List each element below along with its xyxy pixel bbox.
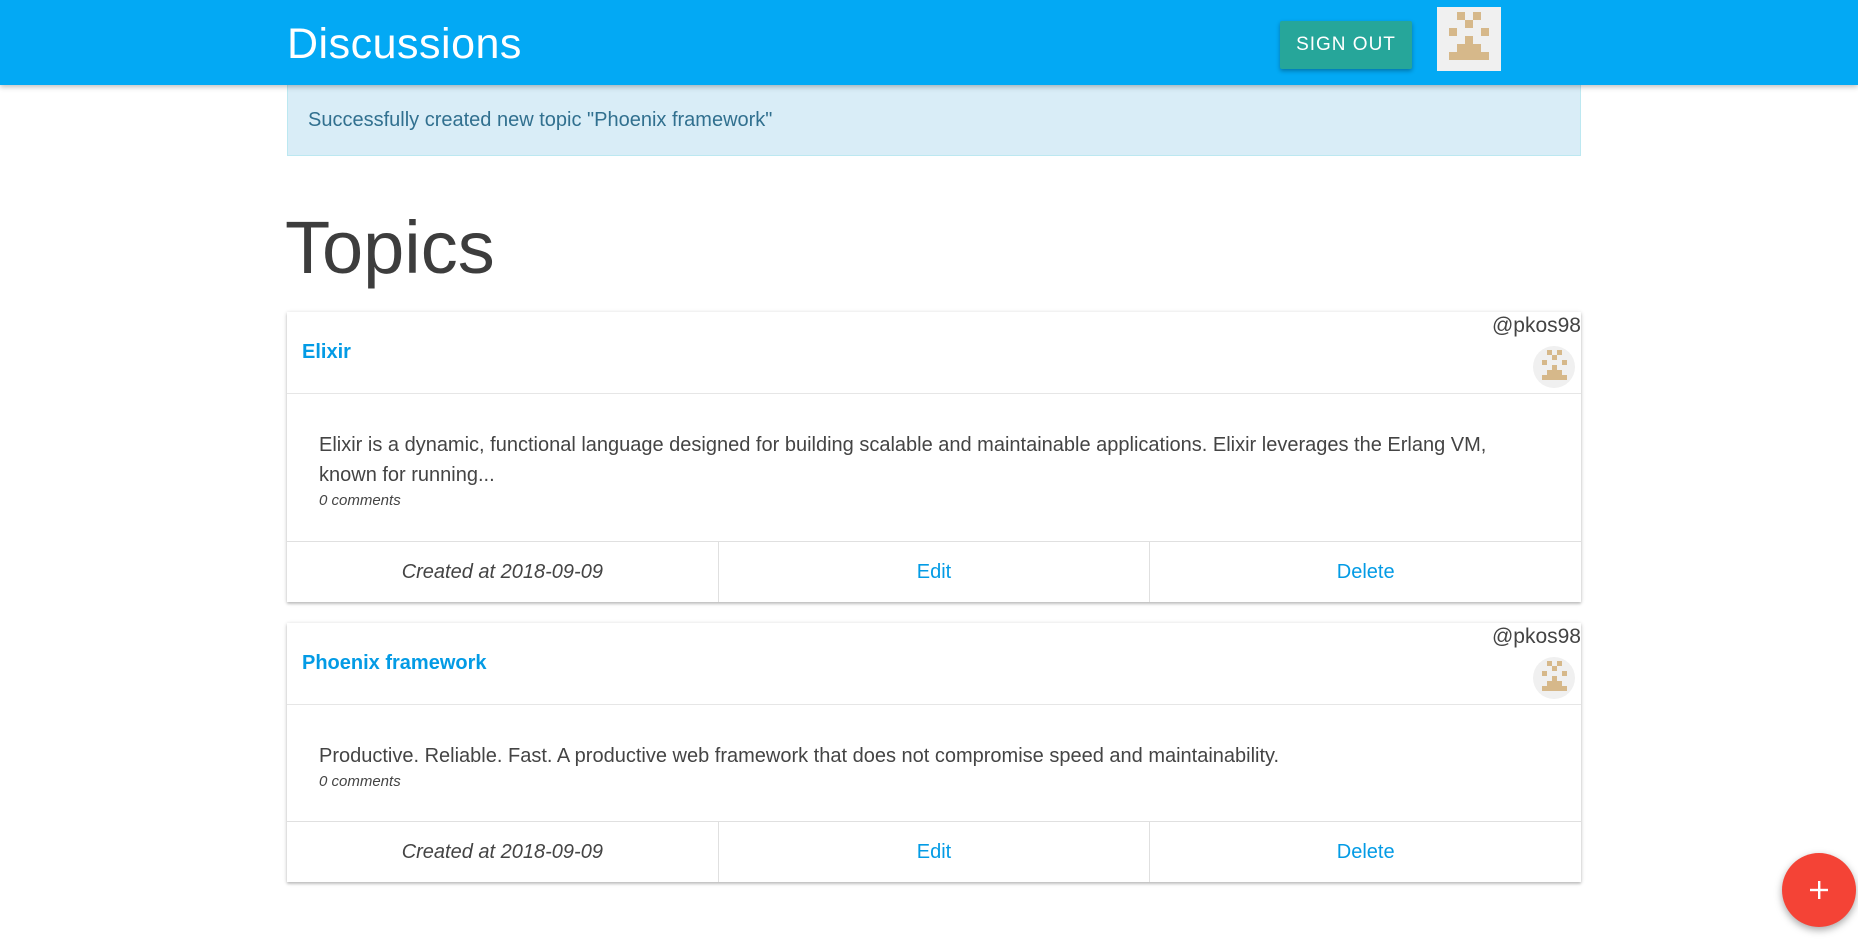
topic-title-link[interactable]: Phoenix framework	[302, 652, 487, 675]
topic-card: Phoenix framework @pkos98 Productive. Re…	[287, 623, 1581, 882]
topic-author: @pkos98	[1491, 314, 1581, 337]
plus-icon	[1810, 881, 1828, 899]
topic-card: Elixir @pkos98 Elixir is a dynamic, func…	[287, 312, 1581, 602]
edit-button[interactable]: Edit	[717, 542, 1150, 602]
topic-card-body: Elixir is a dynamic, functional language…	[287, 394, 1581, 509]
topic-title-link[interactable]: Elixir	[302, 341, 351, 364]
delete-button[interactable]: Delete	[1149, 542, 1581, 602]
brand-title[interactable]: Discussions	[287, 20, 522, 69]
page-title: Topics	[285, 206, 495, 289]
edit-button[interactable]: Edit	[717, 822, 1150, 882]
author-avatar	[1533, 346, 1575, 388]
author-avatar	[1533, 657, 1575, 699]
topic-card-body: Productive. Reliable. Fast. A productive…	[287, 705, 1581, 790]
sign-out-button[interactable]: SIGN OUT	[1280, 21, 1412, 69]
topic-description: Productive. Reliable. Fast. A productive…	[319, 745, 1280, 767]
topic-author: @pkos98	[1491, 625, 1581, 648]
topic-card-header: Elixir @pkos98	[287, 312, 1581, 394]
delete-button[interactable]: Delete	[1149, 822, 1581, 882]
flash-message: Successfully created new topic "Phoenix …	[287, 85, 1581, 156]
topic-description: Elixir is a dynamic, functional language…	[319, 434, 1487, 486]
identicon-avatar-icon	[1542, 661, 1567, 691]
created-date: Created at 2018-09-09	[401, 560, 603, 583]
identicon-avatar-icon	[1542, 350, 1567, 380]
comments-count: 0 comments	[319, 492, 401, 509]
identicon-avatar-icon	[1449, 12, 1489, 60]
flash-text: Successfully created new topic "Phoenix …	[308, 108, 773, 131]
comments-count: 0 comments	[319, 773, 401, 790]
created-date: Created at 2018-09-09	[401, 840, 603, 863]
topic-card-actions: Created at 2018-09-09 Edit Delete	[287, 541, 1581, 602]
app-bar: Discussions SIGN OUT	[0, 0, 1858, 85]
user-avatar[interactable]	[1437, 7, 1501, 71]
topic-card-header: Phoenix framework @pkos98	[287, 623, 1581, 705]
topic-card-actions: Created at 2018-09-09 Edit Delete	[287, 821, 1581, 882]
add-topic-button[interactable]	[1782, 853, 1856, 927]
